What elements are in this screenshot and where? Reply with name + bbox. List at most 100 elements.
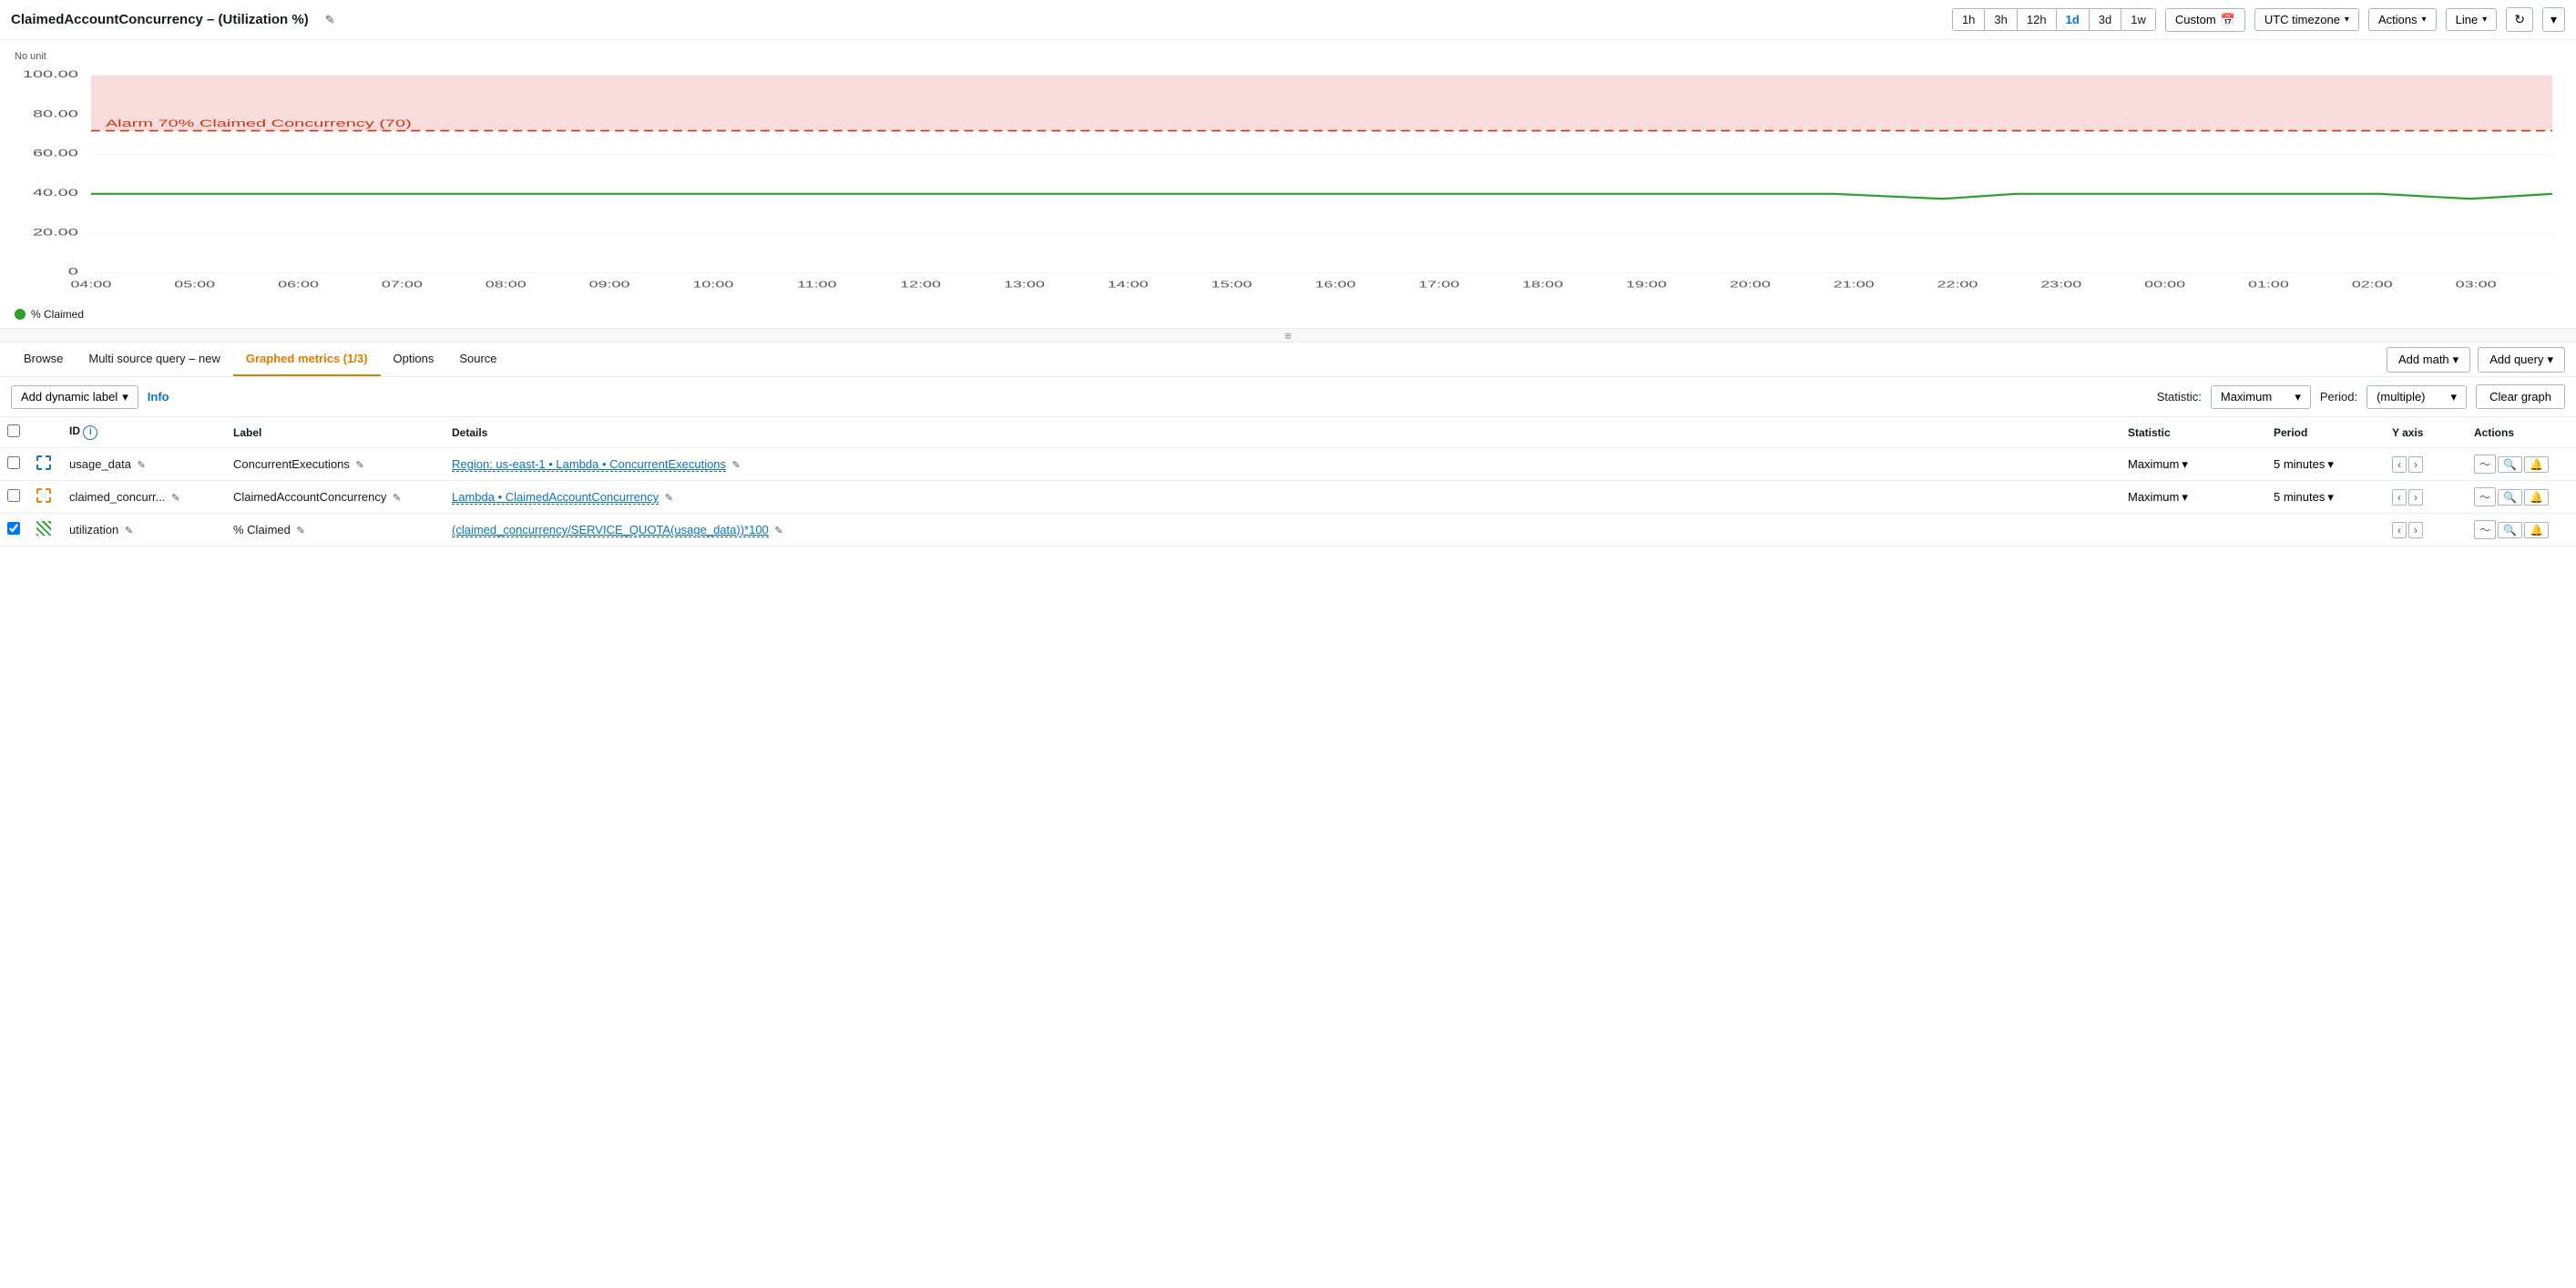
tab-source[interactable]: Source xyxy=(446,342,509,376)
clear-graph-button[interactable]: Clear graph xyxy=(2476,384,2565,409)
row2-label: ClaimedAccountConcurrency xyxy=(233,490,386,504)
row1-color-indicator xyxy=(36,455,51,470)
col-header-check xyxy=(0,417,29,448)
row2-id-edit-icon[interactable]: ✎ xyxy=(171,493,179,504)
row3-color-cell xyxy=(29,514,62,547)
more-options-button[interactable]: ▾ xyxy=(2542,7,2565,32)
row1-id-edit-icon[interactable]: ✎ xyxy=(138,460,146,471)
svg-text:23:00: 23:00 xyxy=(2040,281,2081,291)
period-selector[interactable]: (multiple) ▾ xyxy=(2366,385,2467,409)
row1-action-buttons: 〜 🔍 🔔 xyxy=(2474,455,2569,474)
row3-yaxis-left[interactable]: ‹ xyxy=(2392,522,2407,538)
time-1h[interactable]: 1h xyxy=(1953,9,1985,30)
row1-yaxis-left[interactable]: ‹ xyxy=(2392,456,2407,473)
row1-details-link[interactable]: Region: us-east-1 • Lambda • ConcurrentE… xyxy=(452,457,726,472)
row1-actions-cell: 〜 🔍 🔔 xyxy=(2467,448,2576,481)
row3-search-icon[interactable]: 🔍 xyxy=(2498,522,2522,538)
row2-stat-cell: Maximum ▾ xyxy=(2121,481,2266,514)
add-dynamic-label-button[interactable]: Add dynamic label ▾ xyxy=(11,385,138,409)
row3-id-edit-icon[interactable]: ✎ xyxy=(125,526,133,537)
time-1w[interactable]: 1w xyxy=(2121,9,2155,30)
chart-container: No unit 100.00 80.00 60.00 40.00 20.00 0… xyxy=(0,40,2576,328)
row3-check-cell xyxy=(0,514,29,547)
add-math-button[interactable]: Add math ▾ xyxy=(2387,347,2470,373)
row1-detail-edit-icon[interactable]: ✎ xyxy=(732,460,741,471)
row3-alarm-icon[interactable]: 🔔 xyxy=(2524,522,2549,538)
row1-alarm-icon[interactable]: 🔔 xyxy=(2524,456,2549,473)
row1-label: ConcurrentExecutions xyxy=(233,457,350,471)
time-1d[interactable]: 1d xyxy=(2057,9,2090,30)
svg-text:16:00: 16:00 xyxy=(1314,281,1355,291)
svg-text:20:00: 20:00 xyxy=(1730,281,1771,291)
row2-search-icon[interactable]: 🔍 xyxy=(2498,489,2522,506)
chevron-down-icon: ▾ xyxy=(2327,490,2334,505)
row1-id-cell: usage_data ✎ xyxy=(62,448,226,481)
tab-multi-source[interactable]: Multi source query – new xyxy=(76,342,233,376)
select-all-checkbox[interactable] xyxy=(7,424,20,437)
statistic-selector[interactable]: Maximum ▾ xyxy=(2211,385,2311,409)
row3-details-link[interactable]: (claimed_concurrency/SERVICE_QUOTA(usage… xyxy=(452,523,769,537)
svg-text:12:00: 12:00 xyxy=(900,281,941,291)
row2-checkbox[interactable] xyxy=(7,489,20,502)
time-12h[interactable]: 12h xyxy=(2018,9,2057,30)
time-3h[interactable]: 3h xyxy=(1985,9,2017,30)
row2-graph-icon[interactable]: 〜 xyxy=(2474,487,2496,506)
row2-alarm-icon[interactable]: 🔔 xyxy=(2524,489,2549,506)
row2-stat-selector[interactable]: Maximum ▾ xyxy=(2128,490,2188,505)
row2-yaxis-nav: ‹ › xyxy=(2392,489,2459,506)
actions-button[interactable]: Actions ▾ xyxy=(2368,8,2437,31)
row2-yaxis-left[interactable]: ‹ xyxy=(2392,489,2407,506)
table-row: usage_data ✎ ConcurrentExecutions ✎ Regi… xyxy=(0,448,2576,481)
svg-text:03:00: 03:00 xyxy=(2456,281,2497,291)
resize-handle[interactable]: ≡ xyxy=(0,328,2576,342)
row1-label-edit-icon[interactable]: ✎ xyxy=(356,460,364,471)
row3-yaxis-right[interactable]: › xyxy=(2408,522,2423,538)
row1-stat-cell: Maximum ▾ xyxy=(2121,448,2266,481)
chart-area[interactable]: 100.00 80.00 60.00 40.00 20.00 0 Alarm 7… xyxy=(15,66,2561,302)
col-header-id: ID i xyxy=(62,417,226,448)
id-info-icon[interactable]: i xyxy=(83,425,97,440)
row2-detail-edit-icon[interactable]: ✎ xyxy=(665,493,673,504)
chevron-down-icon: ▾ xyxy=(2327,457,2334,472)
row3-checkbox[interactable] xyxy=(7,522,20,535)
metrics-right-controls: Statistic: Maximum ▾ Period: (multiple) … xyxy=(2157,384,2565,409)
row2-period-selector[interactable]: 5 minutes ▾ xyxy=(2274,490,2334,505)
tab-graphed-metrics[interactable]: Graphed metrics (1/3) xyxy=(233,342,381,376)
row1-yaxis-right[interactable]: › xyxy=(2408,456,2423,473)
row1-graph-icon[interactable]: 〜 xyxy=(2474,455,2496,474)
period-label: Period: xyxy=(2320,390,2357,404)
col-header-actions: Actions xyxy=(2467,417,2576,448)
chart-type-selector[interactable]: Line ▾ xyxy=(2446,8,2498,31)
row2-details-link[interactable]: Lambda • ClaimedAccountConcurrency xyxy=(452,490,659,505)
row1-search-icon[interactable]: 🔍 xyxy=(2498,456,2522,473)
refresh-icon: ↻ xyxy=(2514,12,2525,26)
row2-label-edit-icon[interactable]: ✎ xyxy=(393,493,401,504)
row3-detail-edit-icon[interactable]: ✎ xyxy=(774,526,782,537)
chevron-down-icon: ▾ xyxy=(2182,490,2188,505)
custom-time-button[interactable]: Custom 📅 xyxy=(2165,8,2245,32)
svg-text:09:00: 09:00 xyxy=(589,281,630,291)
row3-label-edit-icon[interactable]: ✎ xyxy=(296,526,304,537)
add-query-button[interactable]: Add query ▾ xyxy=(2478,347,2565,373)
metrics-table: ID i Label Details Statistic Period Y ax… xyxy=(0,417,2576,547)
y-axis-label: No unit xyxy=(15,51,2561,62)
title-edit-icon[interactable]: ✎ xyxy=(325,13,335,27)
row1-details-cell: Region: us-east-1 • Lambda • ConcurrentE… xyxy=(445,448,2121,481)
legend-color-dot xyxy=(15,309,26,320)
refresh-button[interactable]: ↻ xyxy=(2506,7,2533,32)
col-header-color xyxy=(29,417,62,448)
row2-actions-cell: 〜 🔍 🔔 xyxy=(2467,481,2576,514)
time-3d[interactable]: 3d xyxy=(2090,9,2121,30)
row2-id: claimed_concurr... xyxy=(69,490,166,504)
row1-checkbox[interactable] xyxy=(7,456,20,469)
row3-yaxis-nav: ‹ › xyxy=(2392,522,2459,538)
tab-options[interactable]: Options xyxy=(381,342,447,376)
timezone-selector[interactable]: UTC timezone ▾ xyxy=(2254,8,2359,31)
tab-browse[interactable]: Browse xyxy=(11,342,76,376)
chevron-down-icon: ▾ xyxy=(2482,15,2487,25)
row3-graph-icon[interactable]: 〜 xyxy=(2474,520,2496,539)
row1-stat-selector[interactable]: Maximum ▾ xyxy=(2128,457,2188,472)
row1-period-selector[interactable]: 5 minutes ▾ xyxy=(2274,457,2334,472)
row2-yaxis-right[interactable]: › xyxy=(2408,489,2423,506)
svg-text:60.00: 60.00 xyxy=(33,148,78,158)
